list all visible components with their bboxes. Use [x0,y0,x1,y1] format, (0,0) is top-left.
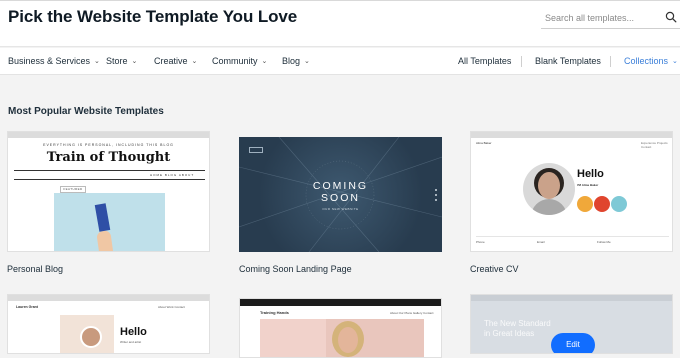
nav-creative[interactable]: Creative ⌄ [154,56,197,66]
preview-links: About Work Contact [158,305,185,309]
divider [14,179,205,180]
chevron-down-icon: ⌄ [304,58,310,65]
headline-line: SOON [321,192,360,204]
page-title: Pick the Website Template You Love [8,7,298,26]
preview-hello: Hello [120,326,147,338]
preview-subtitle: Writer and artist [120,340,142,344]
nav-divider [521,56,522,67]
template-label[interactable]: Personal Blog [7,264,63,274]
preview-panel [260,319,326,357]
logo-placeholder [249,147,263,153]
browser-bar [471,295,672,301]
preview-brand: Training Hands [260,310,289,315]
coming-soon-headline: COMING SOON [239,180,442,204]
template-card[interactable]: Lauren Grant About Work Contact Hello Wr… [7,294,210,354]
preview-kicker: EVERYTHING IS PERSONAL, INCLUDING THIS B… [43,143,174,147]
template-card-hovered[interactable]: The New Standard in Great Ideas Edit [470,294,673,354]
skill-dot [594,196,610,212]
preview-tagline: I'M Alma Baker [577,183,599,187]
preview-hello: Hello [577,168,604,180]
nav-blog[interactable]: Blog ⌄ [282,56,310,66]
skill-dot [577,196,593,212]
nav-label: Creative [154,56,188,66]
portrait-face [338,327,358,353]
preview-links: About Our Plans Gallery Contact [390,311,434,315]
chevron-down-icon: ⌄ [131,58,138,65]
search-icon[interactable] [665,11,677,23]
chevron-down-icon: ⌄ [261,58,268,65]
portrait-body [531,199,567,215]
search-input[interactable] [545,10,657,26]
preview-photo [54,193,165,251]
nav-collections[interactable]: Collections ⌄ [624,56,678,66]
section-title: Most Popular Website Templates [8,106,164,117]
skill-dot [611,196,627,212]
chevron-down-icon: ⌄ [94,58,100,65]
hand-image [96,230,114,251]
nav-label: Blog [282,56,301,66]
search-box[interactable] [541,7,680,29]
browser-bar [8,295,209,301]
divider [476,236,669,237]
nav-blank-templates[interactable]: Blank Templates [535,56,601,66]
preview-links: Experience Projects Contact [641,141,668,149]
nav-store[interactable]: Store ⌄ [106,56,137,66]
nav-label: Collections [624,56,669,66]
browser-bar [8,132,209,138]
edit-button[interactable]: Edit [551,333,595,353]
nav-label: Store [106,56,128,66]
divider [14,170,205,171]
nav-label: Community [212,56,258,66]
portrait-image [523,163,575,215]
preview-subtitle: OUR NEW WEBSITE [322,207,359,211]
footer-item: Follow Me [597,240,611,244]
chevron-down-icon: ⌄ [191,58,198,65]
template-card-personal-blog[interactable]: EVERYTHING IS PERSONAL, INCLUDING THIS B… [7,131,210,252]
portrait-face [538,172,560,199]
nav-divider [610,56,611,67]
browser-bar [240,299,441,306]
headline-line: COMING [312,180,369,192]
preview-name: Alma Baker [476,141,492,145]
template-card-creative-cv[interactable]: Alma Baker Experience Projects Contact H… [470,131,673,252]
nav-label: Business & Services [8,56,91,66]
preview-title: Train of Thought [46,150,171,165]
top-header: Pick the Website Template You Love [0,0,680,47]
footer-item: Phone [476,240,485,244]
template-label[interactable]: Coming Soon Landing Page [239,264,352,274]
featured-badge: FEATURED POST [60,186,86,196]
nav-business-services[interactable]: Business & Services ⌄ [8,56,100,66]
template-card[interactable]: Training Hands About Our Plans Gallery C… [239,298,442,358]
nav-community[interactable]: Community ⌄ [212,56,267,66]
book-image [94,203,111,232]
preview-text: The New Standard in Great Ideas [484,319,551,338]
preview-menu: HOME BLOG ABOUT [150,173,195,177]
template-card-coming-soon[interactable]: COMING SOON OUR NEW WEBSITE [239,137,442,252]
chevron-down-icon: ⌄ [672,58,678,65]
preview-brand: Lauren Grant [16,305,38,309]
nav-all-templates[interactable]: All Templates [458,56,511,66]
browser-bar [471,132,672,138]
template-label[interactable]: Creative CV [470,264,519,274]
category-nav: Business & Services ⌄ Store ⌄ Creative ⌄ Co… [0,48,680,75]
footer-item: Email [537,240,545,244]
